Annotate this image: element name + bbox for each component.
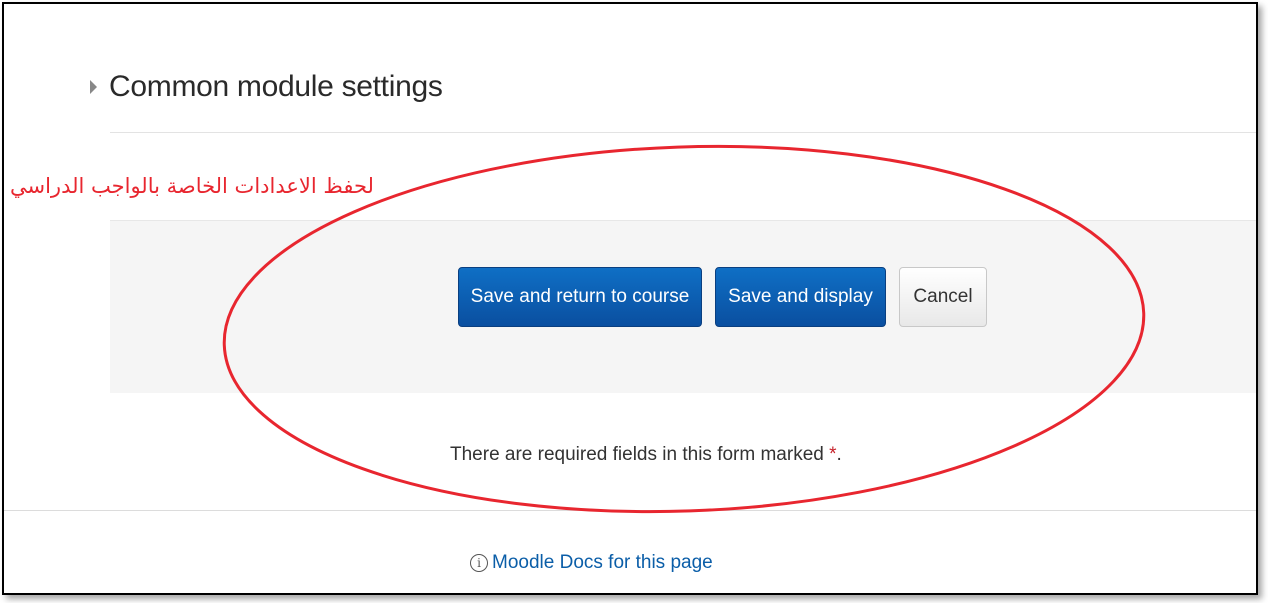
screenshot-frame: Common module settings لحفظ الاعدادات ال…: [2, 2, 1258, 595]
cancel-button[interactable]: Cancel: [899, 267, 987, 327]
required-note-period: .: [836, 444, 842, 465]
section-divider: [110, 132, 1256, 133]
save-and-display-button[interactable]: Save and display: [715, 267, 886, 327]
info-icon: i: [470, 554, 488, 572]
arabic-annotation: لحفظ الاعدادات الخاصة بالواجب الدراسي: [10, 174, 374, 198]
save-and-return-button[interactable]: Save and return to course: [458, 267, 702, 327]
section-title: Common module settings: [109, 70, 443, 103]
required-fields-note: There are required fields in this form m…: [450, 444, 842, 466]
common-module-settings-toggle[interactable]: Common module settings: [90, 70, 443, 104]
required-note-text: There are required fields in this form m…: [450, 444, 824, 465]
required-asterisk: *: [829, 444, 837, 465]
docs-link-text: Moodle Docs for this page: [492, 552, 713, 573]
collapse-caret-icon: [90, 80, 97, 94]
form-actions-panel: Save and return to course Save and displ…: [110, 220, 1256, 393]
moodle-docs-link[interactable]: i Moodle Docs for this page: [470, 552, 713, 574]
footer-divider: [4, 510, 1256, 511]
